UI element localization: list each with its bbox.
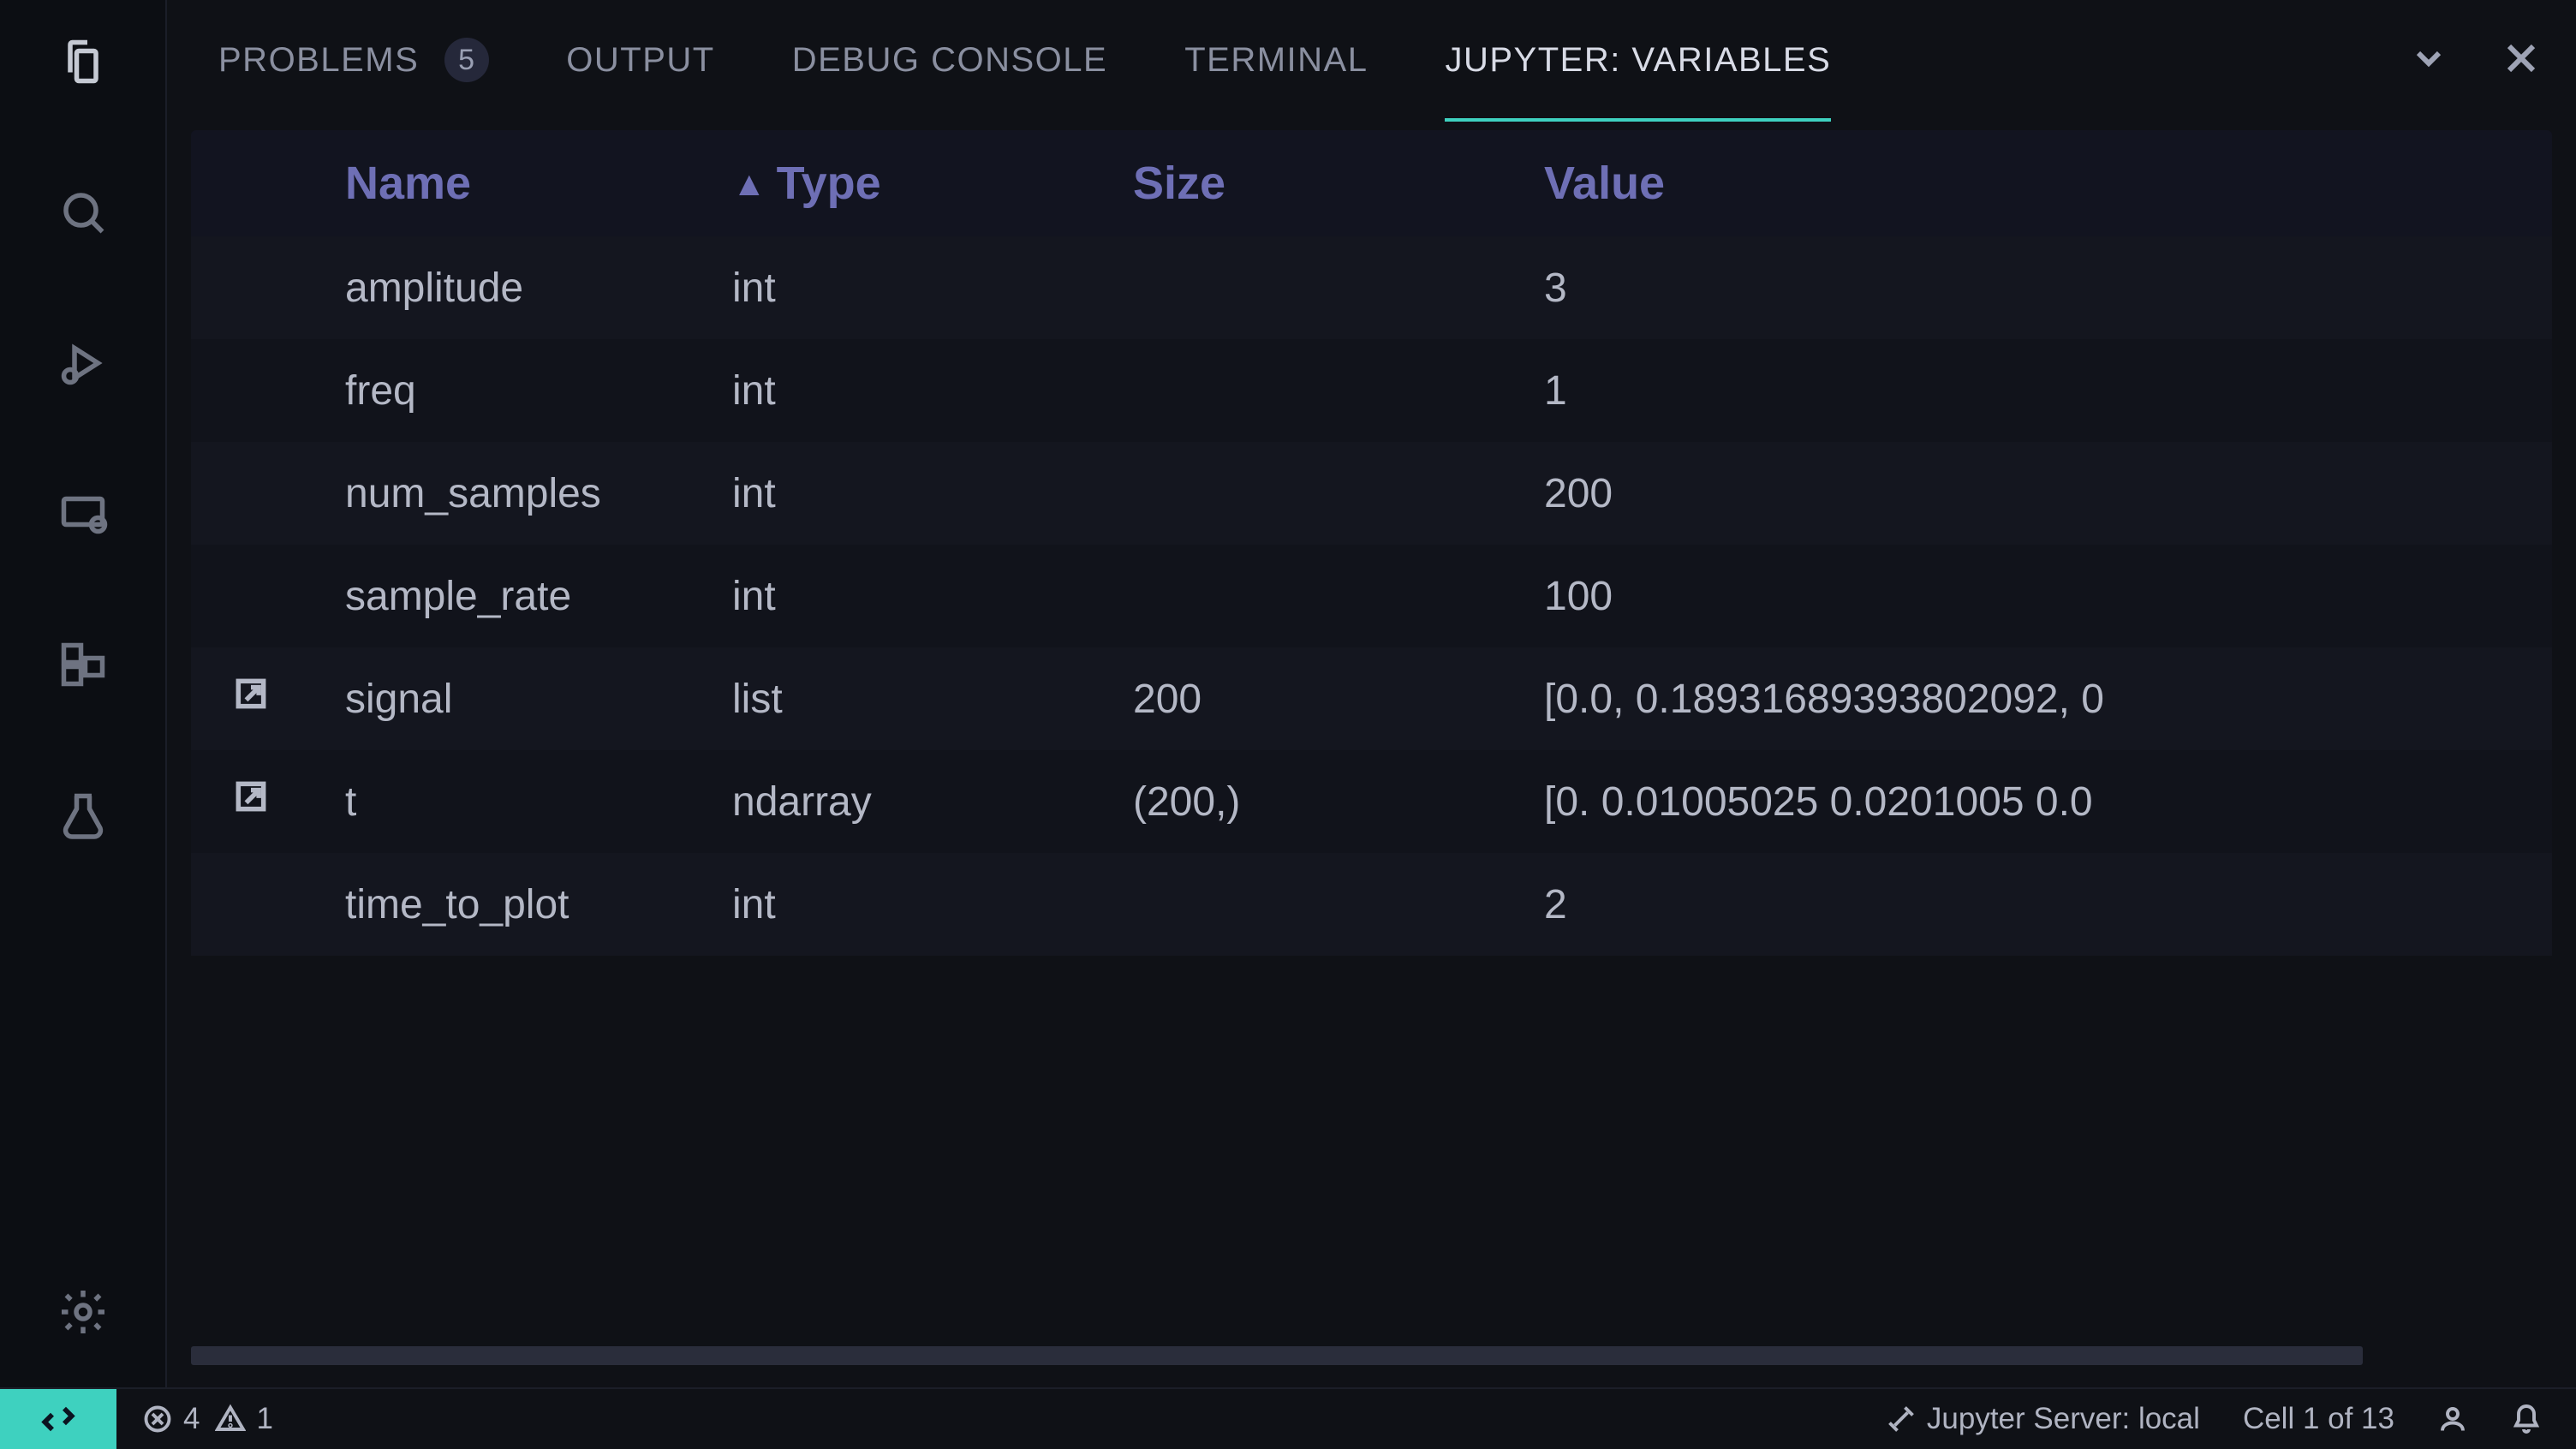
table-row[interactable]: amplitudeint 3 — [191, 236, 2552, 339]
variable-name: t — [311, 778, 722, 826]
panel-tabs: PROBLEMS 5 OUTPUT DEBUG CONSOLE TERMINAL… — [167, 0, 2576, 120]
variable-value: 2 — [1544, 881, 2552, 928]
variable-value: 3 — [1544, 265, 2552, 312]
variable-type: ndarray — [722, 778, 1133, 826]
error-icon — [142, 1404, 173, 1434]
column-header-name[interactable]: Name — [311, 157, 722, 210]
variable-name: freq — [311, 367, 722, 414]
status-feedback-icon[interactable] — [2437, 1404, 2468, 1434]
status-jupyter-server[interactable]: Jupyter Server: local — [1886, 1402, 2200, 1436]
variable-size: 200 — [1133, 676, 1544, 723]
status-notifications-icon[interactable] — [2511, 1404, 2542, 1434]
tab-label: JUPYTER: VARIABLES — [1445, 41, 1831, 80]
variable-name: amplitude — [311, 265, 722, 312]
tab-label: PROBLEMS — [218, 41, 419, 80]
variable-name: time_to_plot — [311, 881, 722, 928]
variable-name: sample_rate — [311, 573, 722, 620]
tab-problems[interactable]: PROBLEMS 5 — [218, 0, 489, 120]
chevron-down-icon[interactable] — [2408, 38, 2449, 83]
expand-variable-icon[interactable] — [232, 675, 270, 723]
table-row[interactable]: time_to_plotint 2 — [191, 853, 2552, 956]
table-row[interactable]: freqint 1 — [191, 339, 2552, 442]
variable-type: int — [722, 573, 1133, 620]
table-row[interactable]: num_samplesint 200 — [191, 442, 2552, 545]
variable-type: int — [722, 367, 1133, 414]
status-errors[interactable]: 4 — [142, 1402, 200, 1436]
status-bar: 4 1 Jupyter Server: local Cell 1 of 13 — [0, 1387, 2576, 1449]
run-debug-icon[interactable] — [42, 322, 124, 404]
variable-name: num_samples — [311, 470, 722, 517]
variable-type: int — [722, 470, 1133, 517]
variable-value: 100 — [1544, 573, 2552, 620]
warning-icon — [215, 1404, 246, 1434]
variables-panel: Name ▲Type Size Value amplitudeint3freqi… — [167, 120, 2576, 1387]
column-header-type[interactable]: ▲Type — [722, 157, 1133, 210]
plug-icon — [1886, 1404, 1917, 1434]
variable-value: [0.0, 0.18931689393802092, 0 — [1544, 676, 2552, 723]
tab-label: DEBUG CONSOLE — [792, 41, 1107, 80]
testing-icon[interactable] — [42, 774, 124, 856]
variable-value: 200 — [1544, 470, 2552, 517]
expand-variable-icon[interactable] — [232, 778, 270, 826]
status-warnings[interactable]: 1 — [215, 1402, 272, 1436]
table-row[interactable]: sample_rateint 100 — [191, 545, 2552, 647]
remote-indicator[interactable] — [0, 1389, 116, 1449]
tab-debug-console[interactable]: DEBUG CONSOLE — [792, 0, 1107, 120]
activity-bar — [0, 0, 167, 1387]
status-cell-position[interactable]: Cell 1 of 13 — [2243, 1402, 2394, 1436]
remote-explorer-icon[interactable] — [42, 473, 124, 555]
table-row[interactable]: signallist200[0.0, 0.18931689393802092, … — [191, 647, 2552, 750]
variable-type: list — [722, 676, 1133, 723]
tab-output[interactable]: OUTPUT — [566, 0, 714, 120]
explorer-icon[interactable] — [42, 21, 124, 103]
table-row[interactable]: tndarray(200,)[0. 0.01005025 0.0201005 0… — [191, 750, 2552, 853]
variable-type: int — [722, 881, 1133, 928]
tab-label: TERMINAL — [1184, 41, 1368, 80]
close-icon[interactable] — [2501, 38, 2542, 83]
search-icon[interactable] — [42, 171, 124, 253]
variable-type: int — [722, 265, 1133, 312]
tab-terminal[interactable]: TERMINAL — [1184, 0, 1368, 120]
extensions-icon[interactable] — [42, 623, 124, 706]
column-header-size[interactable]: Size — [1133, 157, 1544, 210]
variable-name: signal — [311, 676, 722, 723]
settings-gear-icon[interactable] — [42, 1271, 124, 1353]
column-header-value[interactable]: Value — [1544, 157, 2552, 210]
variables-header-row: Name ▲Type Size Value — [191, 130, 2552, 236]
tab-label: OUTPUT — [566, 41, 714, 80]
sort-asc-icon: ▲ — [732, 165, 766, 204]
variable-size: (200,) — [1133, 778, 1544, 826]
problems-badge: 5 — [444, 38, 489, 82]
tab-jupyter-variables[interactable]: JUPYTER: VARIABLES — [1445, 0, 1831, 120]
scrollbar-thumb[interactable] — [191, 1346, 2363, 1365]
variable-value: 1 — [1544, 367, 2552, 414]
horizontal-scrollbar[interactable] — [191, 1346, 2552, 1365]
variable-value: [0. 0.01005025 0.0201005 0.0 — [1544, 778, 2552, 826]
